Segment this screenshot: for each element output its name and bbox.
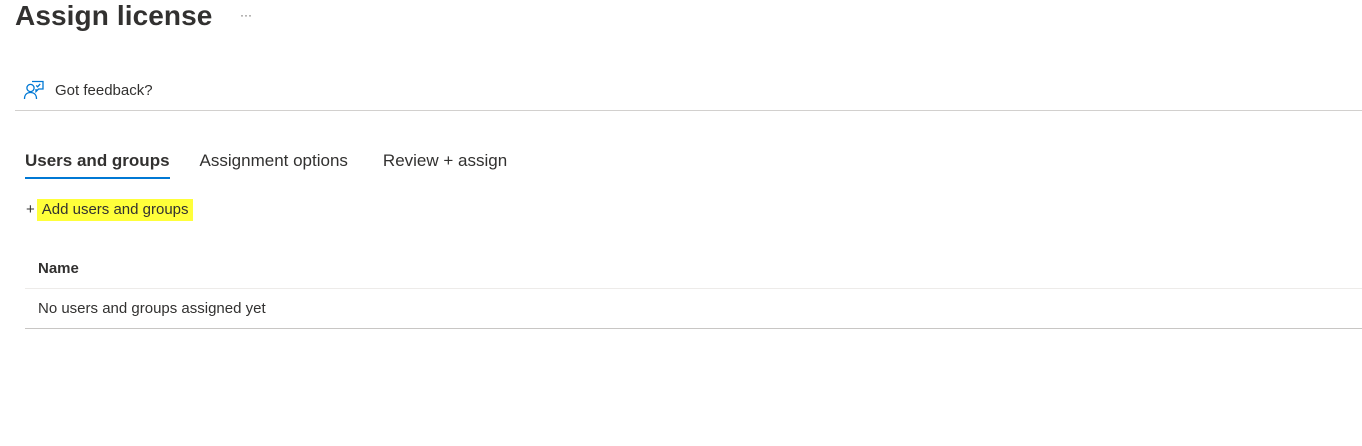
assigned-users-table: Name No users and groups assigned yet xyxy=(25,248,1362,329)
more-options-button[interactable]: ··· xyxy=(236,4,256,26)
empty-message: No users and groups assigned yet xyxy=(38,300,266,317)
add-users-and-groups-button[interactable]: + Add users and groups xyxy=(26,199,193,221)
tab-assignment-options[interactable]: Assignment options xyxy=(200,148,348,179)
tab-list: Users and groups Assignment options Revi… xyxy=(25,148,537,182)
table-header: Name xyxy=(25,248,1362,289)
plus-icon: + xyxy=(26,201,35,218)
feedback-person-icon xyxy=(23,79,45,101)
feedback-label: Got feedback? xyxy=(55,81,153,99)
tab-users-and-groups[interactable]: Users and groups xyxy=(25,148,170,179)
tab-review-assign[interactable]: Review + assign xyxy=(383,148,507,179)
column-header-name[interactable]: Name xyxy=(25,260,79,277)
feedback-button[interactable]: Got feedback? xyxy=(23,77,153,103)
table-empty-row: No users and groups assigned yet xyxy=(25,289,1362,329)
page-title: Assign license xyxy=(15,0,213,31)
toolbar-divider xyxy=(15,110,1362,111)
add-users-and-groups-label: Add users and groups xyxy=(36,199,193,221)
